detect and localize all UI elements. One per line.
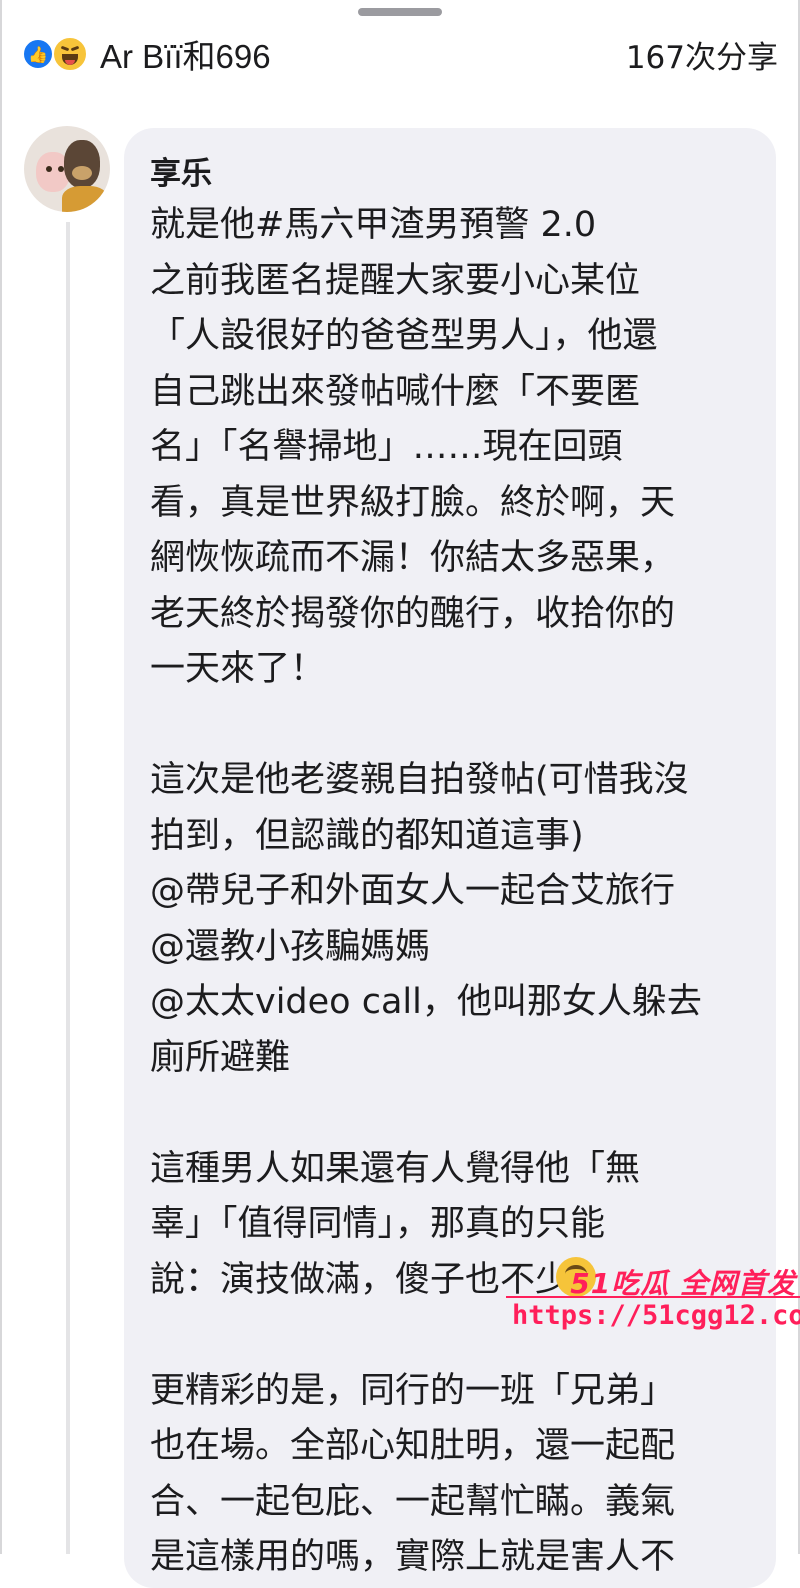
comment-line: 之前我匿名提醒大家要小心某位 — [150, 260, 641, 301]
comment-line: @還教小孩騙媽媽 — [150, 926, 431, 967]
comment-line: 自己跳出來發帖喊什麼「不要匿 — [150, 371, 641, 412]
comment-line: 辜」「值得同情」，那真的只能 — [150, 1204, 606, 1244]
comment-line: 網恢恢疏而不漏！你結太多惡果， — [150, 538, 676, 578]
share-count[interactable]: 167次分享 — [626, 32, 778, 77]
comment-line: 更精彩的是，同行的一班「兄弟」 — [150, 1370, 676, 1411]
haha-icon — [52, 36, 88, 72]
comment-blank-line — [150, 698, 760, 754]
comment-line: 廁所避難 — [150, 1037, 291, 1078]
comment-line: 「人設很好的爸爸型男人」，他還 — [150, 316, 658, 356]
comment-line: @帶兒子和外面女人一起合艾旅行 — [150, 871, 676, 911]
reaction-icons[interactable]: 👍 — [22, 36, 96, 72]
comment-line: 一天來了！ — [150, 649, 326, 689]
comment-body: 就是他#馬六甲渣男預警 2.0 之前我匿名提醒大家要小心某位 「人設很好的爸爸型… — [150, 198, 760, 1586]
avatar[interactable] — [24, 126, 110, 212]
screen-edge-left — [0, 0, 2, 1554]
comment-line: 老天終於揭發你的醜行，收拾你的 — [150, 593, 676, 634]
sheet-drag-handle[interactable] — [358, 8, 442, 16]
comment-line: 就是他#馬六甲渣男預警 2.0 — [150, 205, 597, 245]
commenter-name[interactable]: 享乐 — [150, 148, 212, 193]
comment-line: 也在場。全部心知肚明，還一起配 — [150, 1426, 676, 1466]
reactor-names[interactable]: Ar Bïï和696 — [100, 30, 271, 78]
like-icon: 👍 — [22, 38, 54, 70]
comment-line: @太太video call，他叫那女人躲去 — [150, 982, 702, 1022]
comment-line: 看，真是世界級打臉。終於啊，天 — [150, 482, 676, 523]
watermark: 51吃瓜 全网首发 https://51cgg12.com — [506, 1262, 800, 1342]
comment-line: 合、一起包庇、一起幫忙瞞。義氣 — [150, 1481, 676, 1522]
comment-line: 名」「名譽掃地」……現在回頭 — [150, 427, 623, 467]
comment-line: 是這樣用的嗎，實際上就是害人不 — [150, 1537, 676, 1577]
reply-thread-line — [66, 222, 70, 1554]
comment-blank-line — [150, 1086, 760, 1142]
comment-line: 這種男人如果還有人覺得他「無 — [150, 1148, 641, 1189]
watermark-url: https://51cgg12.com — [512, 1300, 800, 1331]
reactions-bar[interactable]: 👍 Ar Bïï和696 167次分享 — [22, 30, 778, 78]
watermark-rule — [506, 1296, 800, 1298]
comment-line: 拍到，但認識的都知道這事) — [150, 815, 584, 856]
comment-line: 這次是他老婆親自拍發帖(可惜我沒 — [150, 760, 689, 800]
